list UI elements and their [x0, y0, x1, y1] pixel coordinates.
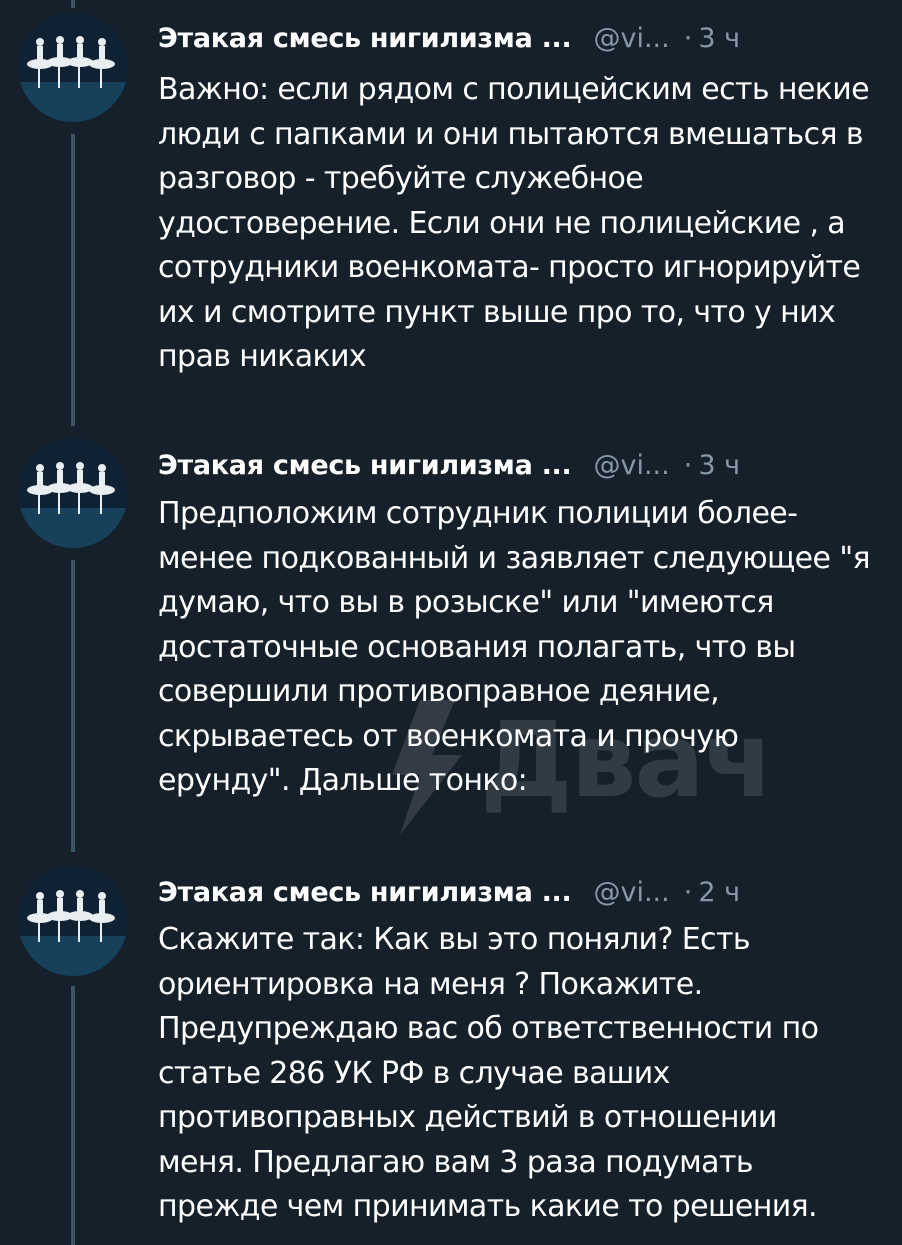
tweet[interactable]: Этакая смесь нигилизма ... @vi... · 3 ч … [0, 0, 902, 430]
separator-dot: · [683, 22, 693, 54]
author-handle[interactable]: @vi... [593, 450, 669, 481]
author-name[interactable]: Этакая смесь нигилизма ... [158, 877, 572, 908]
author-name[interactable]: Этакая смесь нигилизма ... [158, 450, 572, 481]
tweet-text: Скажите так: Как вы это поняли? Есть ори… [158, 922, 819, 1224]
avatar[interactable] [18, 438, 128, 548]
author-handle[interactable]: @vi... [593, 23, 669, 54]
thread-line [71, 134, 75, 426]
thread-line [71, 560, 75, 852]
tweet-text: Важно: если рядом с полицейским есть нек… [158, 72, 870, 374]
ballet-dancers-avatar-icon [18, 866, 128, 976]
ballet-dancers-avatar-icon [18, 12, 128, 122]
tweet[interactable]: Этакая смесь нигилизма ... @vi... · 2 ч … [0, 860, 902, 1245]
author-handle[interactable]: @vi... [593, 877, 669, 908]
tweet-timestamp[interactable]: 2 ч [698, 877, 740, 908]
tweet-timestamp[interactable]: 3 ч [698, 450, 740, 481]
tweet[interactable]: Этакая смесь нигилизма ... @vi... · 3 ч … [0, 430, 902, 860]
tweet-header: Этакая смесь нигилизма ... @vi... · 3 ч [158, 443, 740, 487]
thread-line [71, 986, 75, 1245]
avatar[interactable] [18, 866, 128, 976]
avatar[interactable] [18, 12, 128, 122]
tweet-timestamp[interactable]: 3 ч [698, 23, 740, 54]
tweet-header: Этакая смесь нигилизма ... @vi... · 2 ч [158, 870, 740, 914]
separator-dot: · [683, 449, 693, 481]
tweet-header: Этакая смесь нигилизма ... @vi... · 3 ч [158, 16, 740, 60]
tweet-text: Предположим сотрудник полиции более- мен… [158, 496, 871, 798]
ballet-dancers-avatar-icon [18, 438, 128, 548]
separator-dot: · [683, 876, 693, 908]
author-name[interactable]: Этакая смесь нигилизма ... [158, 23, 572, 54]
